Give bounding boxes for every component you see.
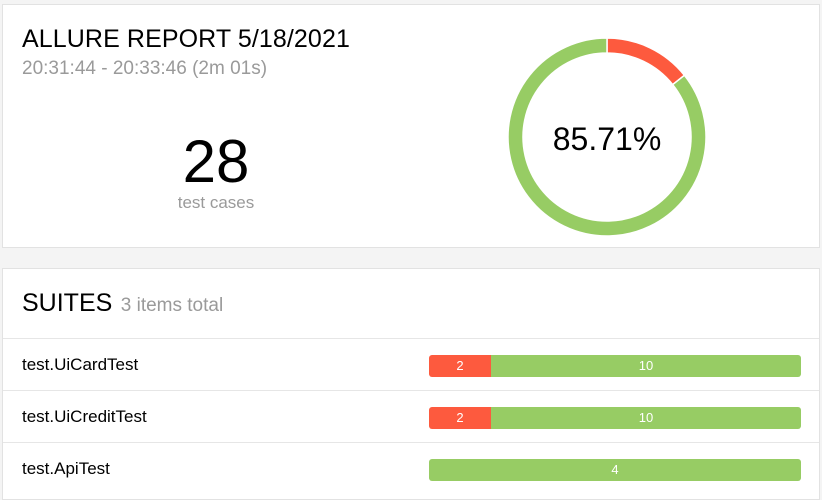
report-time-range: 20:31:44 - 20:33:46 (2m 01s) (22, 58, 268, 79)
suite-bar-segment-passed[interactable]: 10 (491, 407, 801, 429)
suites-widget: SUITES 3 items total test.UiCardTest 2 10… (2, 268, 820, 500)
suite-row[interactable]: test.ApiTest 4 (3, 442, 819, 494)
suite-name[interactable]: test.UiCardTest (22, 355, 138, 375)
summary-widget: ALLURE REPORT 5/18/2021 20:31:44 - 20:33… (2, 4, 820, 248)
suites-title: SUITES (22, 289, 113, 317)
test-count-value: 28 (182, 128, 250, 195)
success-rate-value: 85.71% (552, 121, 662, 157)
suite-status-bar[interactable]: 2 10 (429, 407, 801, 429)
suite-row[interactable]: test.UiCreditTest 2 10 (3, 390, 819, 442)
suites-total-count: 3 items total (120, 295, 224, 316)
suite-row[interactable]: test.UiCardTest 2 10 (3, 338, 819, 390)
suite-status-bar[interactable]: 4 (429, 459, 801, 481)
suite-bar-segment-failed[interactable]: 2 (429, 355, 491, 377)
suite-name[interactable]: test.UiCreditTest (22, 407, 147, 427)
suite-bar-segment-failed[interactable]: 2 (429, 407, 491, 429)
report-title: ALLURE REPORT 5/18/2021 (22, 25, 350, 53)
suites-header: SUITES 3 items total (22, 289, 223, 318)
suite-name[interactable]: test.ApiTest (22, 459, 110, 479)
suite-status-bar[interactable]: 2 10 (429, 355, 801, 377)
test-count-label: test cases (177, 193, 255, 212)
test-count-block: 28 test cases (135, 131, 297, 213)
suite-bar-segment-passed[interactable]: 4 (429, 459, 801, 481)
donut-slice-failed[interactable] (606, 37, 686, 86)
suite-bar-segment-passed[interactable]: 10 (491, 355, 801, 377)
